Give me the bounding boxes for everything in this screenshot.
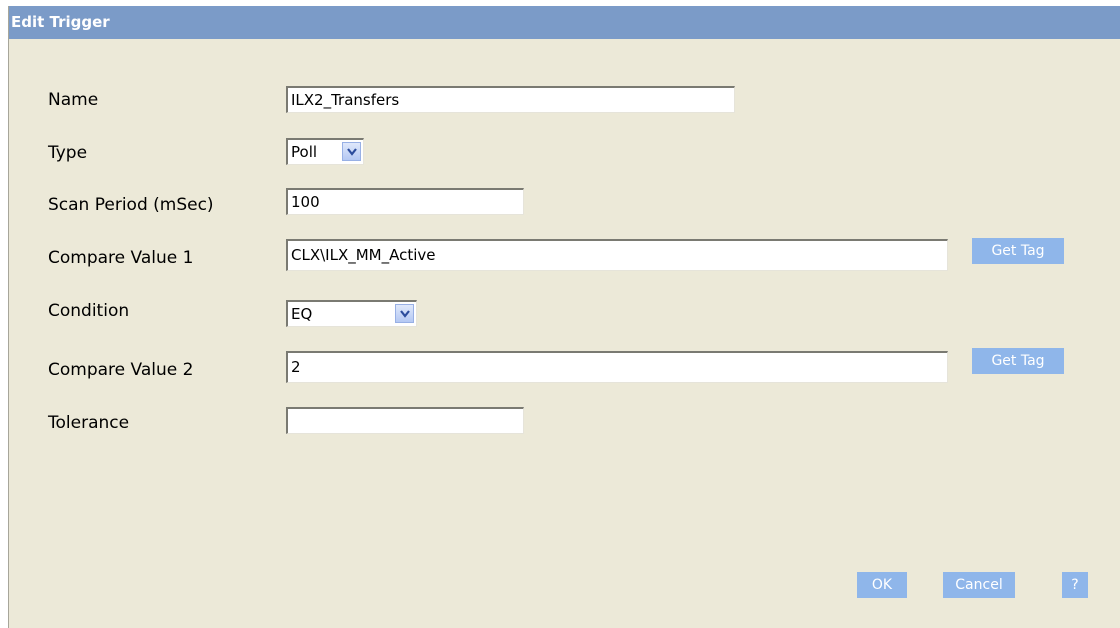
scan-period-field[interactable]: 100 — [286, 188, 524, 215]
edit-trigger-dialog: Edit Trigger Name ILX2_Transfers Type Po… — [8, 6, 1120, 628]
chevron-down-icon[interactable] — [395, 304, 414, 323]
condition-select[interactable]: EQ — [286, 300, 417, 327]
tolerance-label: Tolerance — [48, 413, 130, 433]
scan-period-label: Scan Period (mSec) — [48, 195, 214, 215]
name-label: Name — [48, 90, 99, 110]
ok-button[interactable]: OK — [857, 572, 907, 598]
condition-select-value: EQ — [291, 305, 313, 323]
compare-value-1-label: Compare Value 1 — [48, 248, 194, 268]
type-label: Type — [48, 143, 88, 163]
compare-value-1-field[interactable]: CLX\ILX_MM_Active — [286, 239, 948, 271]
compare-value-2-label: Compare Value 2 — [48, 360, 194, 380]
chevron-down-icon[interactable] — [342, 142, 361, 161]
tolerance-field[interactable] — [286, 407, 524, 434]
help-button[interactable]: ? — [1062, 572, 1088, 598]
get-tag-2-button[interactable]: Get Tag — [972, 348, 1064, 374]
condition-label: Condition — [48, 301, 130, 321]
compare-value-2-field[interactable]: 2 — [286, 351, 948, 383]
type-select-value: Poll — [291, 143, 318, 161]
type-select[interactable]: Poll — [286, 138, 364, 165]
get-tag-1-button[interactable]: Get Tag — [972, 238, 1064, 264]
dialog-title: Edit Trigger — [9, 6, 1120, 39]
cancel-button[interactable]: Cancel — [943, 572, 1015, 598]
name-field[interactable]: ILX2_Transfers — [286, 86, 735, 113]
